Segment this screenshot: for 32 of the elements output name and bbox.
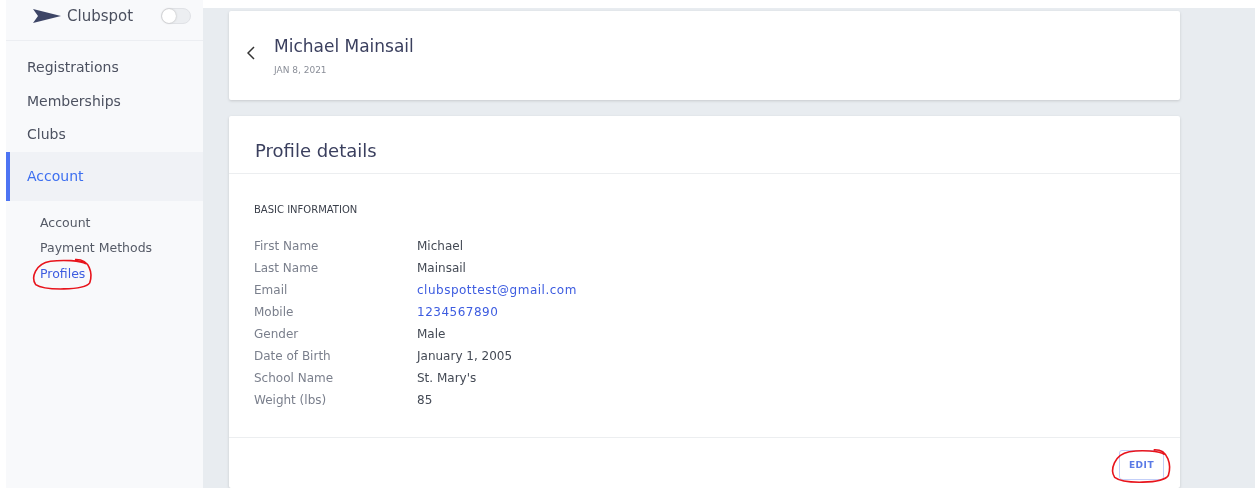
field-label: Email	[254, 282, 289, 299]
subnav-link[interactable]: Payment Methods	[40, 240, 153, 255]
field-label: Gender	[254, 326, 300, 343]
toggle-switch[interactable]	[161, 8, 191, 24]
edit-button[interactable]: EDIT	[1119, 450, 1164, 480]
profile-date: JAN 8, 2021	[274, 65, 328, 75]
field-value: 85	[417, 392, 434, 409]
subnav-link[interactable]: Account	[40, 214, 91, 230]
field-link[interactable]: 1234567890	[417, 301, 499, 323]
field-value: Mainsail	[417, 260, 467, 277]
field-label: First Name	[254, 238, 320, 255]
profile-name: Michael Mainsail	[274, 36, 414, 56]
field-label: School Name	[254, 370, 335, 387]
section-heading: BASIC INFORMATION	[254, 204, 359, 215]
back-icon[interactable]	[247, 45, 255, 60]
field-link[interactable]: clubspottest@gmail.com	[417, 279, 577, 301]
field-label: Weight (lbs)	[254, 392, 328, 409]
nav-item[interactable]: Clubs	[6, 118, 203, 152]
nav-item[interactable]: Account	[6, 151, 203, 201]
field-value: St. Mary's	[417, 370, 478, 387]
card-title: Profile details	[229, 116, 1180, 174]
nav-item[interactable]: Registrations	[6, 51, 203, 85]
brand-name: Clubspot	[67, 7, 135, 25]
subnav-link[interactable]: Profiles	[40, 265, 86, 281]
logo-icon	[33, 9, 61, 23]
field-label: Mobile	[254, 304, 295, 321]
field-label: Date of Birth	[254, 348, 332, 365]
field-value: January 1, 2005	[417, 348, 514, 365]
field-label: Last Name	[254, 260, 320, 277]
field-value: Male	[417, 326, 447, 343]
nav-item[interactable]: Memberships	[6, 84, 203, 118]
field-value: Michael	[417, 238, 464, 255]
